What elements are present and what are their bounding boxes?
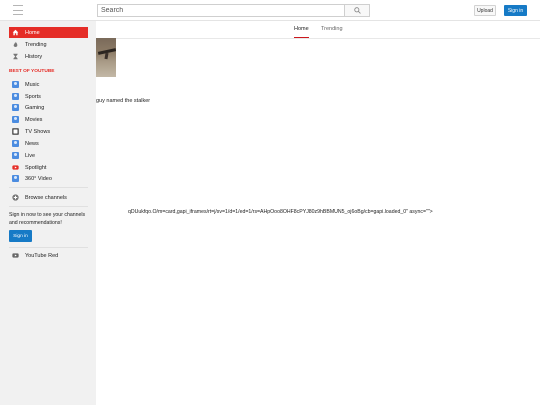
add-circle-icon	[12, 194, 19, 201]
search-button[interactable]	[344, 4, 370, 17]
sidebar-signin-button[interactable]: Sign in	[9, 230, 32, 242]
divider	[9, 187, 88, 188]
sidebar-item-browse-channels[interactable]: Browse channels	[9, 192, 88, 203]
hourglass-icon	[12, 53, 19, 60]
sidebar-item-history[interactable]: History	[9, 51, 88, 62]
feed-tabs: Home Trending	[96, 21, 540, 39]
divider	[9, 206, 88, 207]
flame-icon	[12, 41, 19, 48]
upload-button[interactable]: Upload	[474, 5, 496, 16]
divider	[9, 247, 88, 248]
sidebar-item-label: Spotlight	[25, 164, 47, 171]
sidebar-item-sports[interactable]: Sports	[9, 91, 88, 102]
search-input[interactable]	[97, 4, 345, 17]
stray-script-text: qDUukfqo.O/m=card,gapi_iframes/rt=j/sv=1…	[128, 209, 433, 215]
channel-avatar-icon	[12, 152, 19, 159]
video-title[interactable]: guy named the stalker	[96, 98, 150, 104]
search-icon	[353, 7, 361, 14]
sidebar-item-label: YouTube Red	[25, 252, 59, 259]
sidebar-item-movies[interactable]: Movies	[9, 114, 88, 125]
masthead: Upload Sign in	[0, 0, 540, 21]
home-icon	[12, 29, 19, 36]
sidebar-item-live[interactable]: Live	[9, 150, 88, 161]
sidebar-item-label: Browse channels	[25, 194, 67, 201]
section-title-best-of-youtube: BEST OF YOUTUBE	[9, 69, 55, 74]
video-thumbnail[interactable]	[96, 38, 116, 77]
sidebar-item-label: Music	[25, 81, 40, 88]
channel-avatar-icon	[12, 81, 19, 88]
sidebar-item-gaming[interactable]: Gaming	[9, 102, 88, 113]
tv-icon	[12, 128, 19, 135]
sidebar-item-label: Live	[25, 152, 36, 159]
youtube-red-icon	[12, 252, 19, 259]
sidebar-item-youtube-red[interactable]: YouTube Red	[9, 250, 88, 261]
sidebar-item-news[interactable]: News	[9, 138, 88, 149]
channel-avatar-icon	[12, 116, 19, 123]
channel-avatar-icon	[12, 93, 19, 100]
sidebar-item-label: News	[25, 140, 39, 147]
signin-prompt-text: Sign in now to see your channels and rec…	[9, 212, 86, 226]
signin-button[interactable]: Sign in	[504, 5, 527, 16]
sidebar-item-label: TV Shows	[25, 128, 51, 135]
sidebar-item-spotlight[interactable]: Spotlight	[9, 162, 88, 173]
guide-menu-button[interactable]	[13, 5, 23, 15]
tab-home[interactable]: Home	[294, 26, 309, 38]
sidebar-item-label: Movies	[25, 116, 43, 123]
sidebar-item-label: Home	[25, 29, 40, 36]
sidebar-item-trending[interactable]: Trending	[9, 39, 88, 50]
channel-avatar-icon	[12, 104, 19, 111]
sidebar-item-music[interactable]: Music	[9, 79, 88, 90]
sidebar-item-label: Sports	[25, 93, 41, 100]
tab-trending[interactable]: Trending	[321, 26, 343, 32]
sidebar-item-home[interactable]: Home	[9, 27, 88, 38]
channel-avatar-icon	[12, 175, 19, 182]
guide-sidebar: Home Trending History BEST OF YOUTUBE Mu…	[0, 21, 96, 405]
sidebar-item-label: History	[25, 53, 43, 60]
sidebar-item-label: Gaming	[25, 104, 45, 111]
main-content: Home Trending guy named the stalker qDUu…	[96, 21, 540, 405]
channel-avatar-icon	[12, 140, 19, 147]
sidebar-item-label: Trending	[25, 41, 47, 48]
sidebar-item-label: 360° Video	[25, 175, 52, 182]
youtube-logo-icon	[12, 164, 19, 171]
sidebar-item-360-video[interactable]: 360° Video	[9, 173, 88, 184]
sidebar-item-tv-shows[interactable]: TV Shows	[9, 126, 88, 137]
